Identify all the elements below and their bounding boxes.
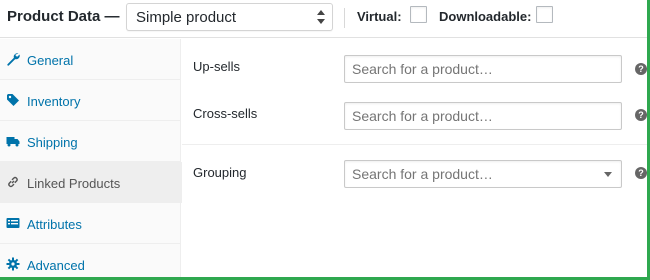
- crosssells-search-input[interactable]: Search for a product…: [344, 102, 622, 130]
- crosssells-placeholder: Search for a product…: [352, 108, 493, 124]
- product-data-panel: Product Data — Simple product Virtual: D…: [0, 0, 650, 280]
- panel-title: Product Data —: [7, 8, 120, 25]
- product-data-tabs: General Inventory Shipping Linked Produc…: [0, 39, 182, 277]
- upsells-help-icon[interactable]: ?: [635, 63, 647, 75]
- tab-label: Attributes: [27, 217, 82, 232]
- truck-icon: [6, 137, 20, 147]
- chevron-down-icon: [604, 172, 612, 177]
- tab-label: Shipping: [27, 135, 78, 150]
- tab-general[interactable]: General: [0, 39, 181, 80]
- product-type-select[interactable]: Simple product: [126, 3, 333, 31]
- tab-inventory[interactable]: Inventory: [0, 80, 181, 121]
- gear-icon: [6, 257, 20, 271]
- product-type-value: Simple product: [136, 9, 237, 26]
- wrench-icon: [7, 53, 20, 66]
- link-icon: [8, 176, 18, 188]
- virtual-checkbox[interactable]: [410, 6, 427, 23]
- product-data-header: Product Data — Simple product Virtual: D…: [0, 0, 647, 38]
- tab-shipping[interactable]: Shipping: [0, 121, 181, 162]
- grouping-help-icon[interactable]: ?: [635, 167, 647, 179]
- grouping-placeholder: Search for a product…: [352, 166, 493, 182]
- section-divider: [182, 144, 647, 145]
- grouping-select[interactable]: Search for a product…: [344, 160, 622, 188]
- upsells-label: Up-sells: [193, 59, 240, 74]
- list-icon: [6, 218, 20, 228]
- crosssells-help-icon[interactable]: ?: [635, 109, 647, 121]
- select-updown-icon: [317, 10, 325, 24]
- tab-label: Inventory: [27, 94, 81, 109]
- tab-label: General: [27, 53, 74, 68]
- downloadable-label: Downloadable:: [439, 9, 532, 24]
- tab-linked-products[interactable]: Linked Products: [0, 162, 182, 203]
- tab-advanced[interactable]: Advanced: [0, 244, 181, 277]
- grouping-label: Grouping: [193, 165, 247, 180]
- upsells-placeholder: Search for a product…: [352, 61, 493, 77]
- header-divider: [344, 8, 345, 28]
- downloadable-checkbox[interactable]: [536, 6, 553, 23]
- tab-attributes[interactable]: Attributes: [0, 203, 181, 244]
- tag-icon: [7, 94, 19, 106]
- tab-label: Advanced: [27, 258, 85, 273]
- tab-label: Linked Products: [27, 176, 121, 191]
- linked-products-panel: Up-sells Search for a product… ? Cross-s…: [182, 39, 647, 277]
- upsells-search-input[interactable]: Search for a product…: [344, 55, 622, 83]
- virtual-label: Virtual:: [357, 9, 402, 24]
- crosssells-label: Cross-sells: [193, 106, 258, 121]
